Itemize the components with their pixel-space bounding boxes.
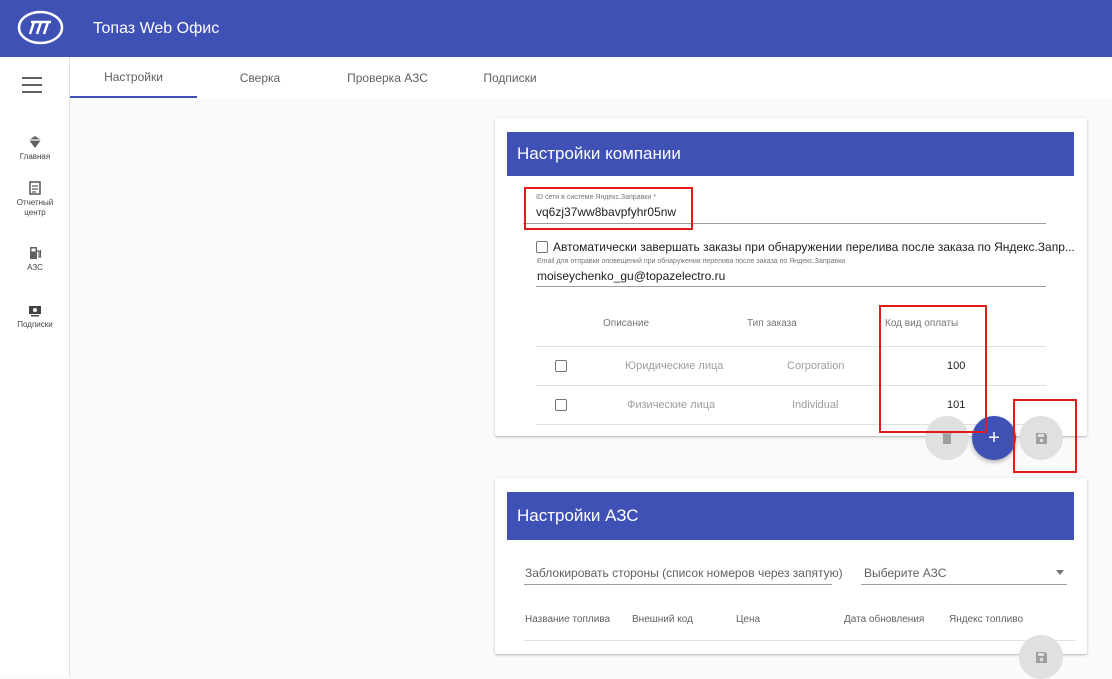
block-sides-input[interactable]: Заблокировать стороны (список номеров че…	[525, 566, 843, 580]
subscription-icon	[29, 306, 41, 317]
column-header-external-code: Внешний код	[632, 614, 693, 625]
auto-complete-label: Автоматически завершать заказы при обнар…	[553, 240, 1075, 254]
row-divider	[536, 385, 1046, 386]
column-header-update-date: Дата обновления	[844, 614, 925, 625]
row-checkbox[interactable]	[555, 360, 567, 372]
column-header-order-type: Тип заказа	[747, 318, 797, 329]
input-underline	[861, 584, 1067, 585]
column-header-fuel-name: Название топлива	[525, 614, 611, 625]
network-id-input[interactable]: vq6zj37ww8bavpfyhr05nw	[536, 205, 676, 219]
row-divider	[524, 640, 1075, 641]
azs-select[interactable]: Выберите АЗС	[864, 566, 946, 580]
tab-settings[interactable]: Настройки	[70, 57, 197, 98]
auto-complete-checkbox[interactable]	[536, 241, 548, 253]
save-company-button[interactable]	[1019, 416, 1063, 460]
tab-bar: Настройки Сверка Проверка АЗС Подписки	[70, 57, 1112, 98]
azs-settings-card: Настройки АЗС Заблокировать стороны (спи…	[495, 478, 1087, 654]
sidebar-item-label: Главная	[19, 152, 51, 161]
sidebar-item-azs[interactable]: АЗС	[0, 246, 70, 273]
company-settings-card: Настройки компании ID сети в системе Янд…	[495, 118, 1087, 436]
save-azs-button[interactable]	[1019, 635, 1063, 679]
sidebar-item-label: Подписки	[17, 320, 53, 329]
row-description: Юридические лица	[625, 360, 724, 372]
column-header-description: Описание	[603, 318, 650, 329]
row-code: 100	[947, 360, 966, 372]
tab-subscriptions[interactable]: Подписки	[465, 57, 555, 98]
input-underline	[523, 223, 1046, 224]
report-icon	[29, 181, 41, 195]
plus-icon: +	[988, 426, 1000, 449]
input-underline	[536, 286, 1046, 287]
delete-button[interactable]	[925, 416, 969, 460]
menu-icon[interactable]	[22, 77, 42, 93]
home-icon	[29, 136, 41, 148]
topaz-logo-icon	[17, 10, 64, 45]
row-description: Физические лица	[627, 399, 716, 411]
column-header-price: Цена	[736, 614, 761, 625]
app-title: Топаз Web Офис	[93, 20, 220, 37]
card-title: Настройки АЗС	[507, 492, 1074, 540]
sidebar-item-home[interactable]: Главная	[0, 135, 70, 162]
column-header-payment-code: Код вид оплаты	[885, 318, 959, 329]
row-type: Corporation	[787, 360, 845, 372]
row-checkbox[interactable]	[555, 399, 567, 411]
fuel-station-icon	[30, 247, 42, 259]
chevron-down-icon[interactable]	[1056, 570, 1064, 575]
input-underline	[524, 584, 832, 585]
email-input[interactable]: moiseychenko_gu@topazelectro.ru	[537, 269, 725, 283]
save-icon	[1035, 432, 1047, 444]
app-bar: Топаз Web Офис	[0, 0, 1112, 57]
row-type: Individual	[792, 399, 839, 411]
sidebar-item-label: АЗС	[27, 263, 43, 272]
add-button[interactable]: +	[972, 416, 1016, 460]
column-header-yandex-fuel: Яндекс топливо	[949, 614, 1024, 625]
row-divider	[536, 346, 1046, 347]
sidebar-item-reports[interactable]: Отчетный центр	[0, 181, 70, 218]
email-label: Email для отправки оповещений при обнару…	[537, 258, 846, 265]
row-code: 101	[947, 399, 966, 411]
tab-reconciliation[interactable]: Сверка	[210, 57, 310, 98]
sidebar-item-subscriptions[interactable]: Подписки	[0, 303, 70, 330]
save-icon	[1035, 651, 1047, 663]
card-title: Настройки компании	[507, 132, 1074, 176]
network-id-label: ID сети в системе Яндекс.Заправки *	[536, 194, 656, 201]
trash-icon	[942, 432, 952, 444]
tab-azs-check[interactable]: Проверка АЗС	[325, 57, 450, 98]
row-divider	[536, 424, 1046, 425]
sidebar-item-label: Отчетный центр	[16, 198, 54, 217]
side-navigation: Главная Отчетный центр АЗС Подписки	[0, 57, 70, 676]
